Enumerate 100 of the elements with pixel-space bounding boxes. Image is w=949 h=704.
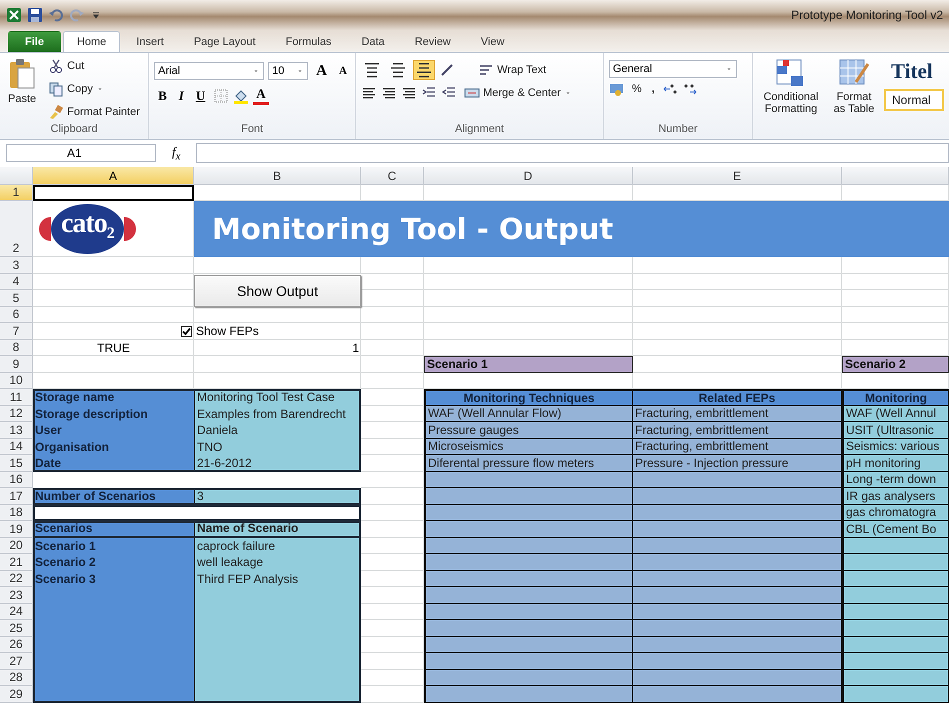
shrink-font-button[interactable]: A [334,65,351,77]
ribbon-tab[interactable]: Formulas [272,31,346,52]
row-number[interactable]: 28 [0,670,33,686]
show-output-button[interactable]: Show Output [194,274,361,306]
grow-font-button[interactable]: A [312,62,331,80]
table-cell: caprock failure [194,538,361,554]
row-number[interactable]: 9 [0,356,33,372]
table-cell: pH monitoring [842,455,949,472]
group-label: Font [240,123,264,137]
row-number[interactable]: 25 [0,620,33,636]
ribbon-tab[interactable]: File [8,31,61,52]
row-number[interactable]: 23 [0,587,33,604]
ribbon-tab[interactable]: Page Layout [180,31,270,52]
banner-title: Monitoring Tool - Output [194,201,949,257]
format-painter-button[interactable]: Format Painter [45,102,143,122]
conditional-formatting-button[interactable]: Conditional Formatting [758,56,824,117]
checkbox-label[interactable]: Show FEPs [196,324,259,338]
underline-button[interactable]: U [192,88,210,104]
row-number[interactable]: 16 [0,472,33,488]
insert-function-button[interactable]: f$_{x}$ [162,144,190,162]
row-number[interactable]: 18 [0,504,33,521]
column-header[interactable]: A [33,167,194,185]
table-cell: IR gas analysers [842,488,949,504]
logo-text: cato$_{2}$ [51,204,124,254]
column-header[interactable]: C [361,167,424,185]
row-number[interactable]: 7 [0,323,33,340]
row-number[interactable]: 24 [0,604,33,620]
group-label: Clipboard [50,123,99,137]
row-number[interactable]: 4 [0,274,33,290]
comma-button[interactable]: , [648,81,658,97]
window-title: Prototype Monitoring Tool v2 [791,8,943,22]
row-number[interactable]: 3 [0,257,33,274]
column-header[interactable]: B [194,167,361,185]
row-number[interactable]: 17 [0,488,33,504]
row-number[interactable]: 2 [0,201,33,257]
row-number[interactable]: 14 [0,438,33,455]
table-cell: Fracturing, embrittlement [633,422,842,438]
table-cell: User [33,422,194,438]
row-number[interactable]: 6 [0,306,33,323]
merge-center-button[interactable]: Merge & Center [461,83,575,103]
ribbon-tab[interactable]: Insert [122,31,178,52]
row-number[interactable]: 19 [0,521,33,538]
table-header: Monitoring Techniques [424,389,633,406]
cell-text: TRUE [97,340,130,355]
column-header[interactable]: D [424,167,633,185]
table-cell: WAF (Well Annular Flow) [424,406,633,422]
row-number[interactable]: 10 [0,372,33,389]
cut-button[interactable]: Cut [45,56,143,76]
table-cell: Long -term down [842,472,949,488]
row-number[interactable]: 15 [0,455,33,472]
table-cell: Daniela [194,422,361,438]
style-option[interactable]: Titel [884,56,944,87]
table-cell: Pressure gauges [424,422,633,438]
number-format-field[interactable]: General [608,60,737,78]
format-as-table-button[interactable]: Format as Table [828,56,880,117]
font-name-field[interactable]: Arial [154,62,264,80]
wrap-text-button[interactable]: Wrap Text [475,60,550,80]
table-cell: TNO [194,438,361,455]
copy-button[interactable]: Copy [45,79,143,99]
table-cell: well leakage [194,554,361,570]
row-number[interactable]: 12 [0,406,33,422]
table-cell: Pressure - Injection pressure [633,455,842,472]
table-cell: Diferental pressure flow meters [424,455,633,472]
row-number[interactable]: 29 [0,686,33,702]
table-cell: gas chromatogra [842,504,949,521]
table-cell: Seismics: various [842,438,949,455]
group-label: Alignment [454,123,505,137]
row-number[interactable]: 13 [0,422,33,438]
table-cell: Scenario 3 [33,570,194,587]
bold-button[interactable]: B [154,88,171,104]
row-number[interactable]: 8 [0,340,33,356]
row-number[interactable]: 11 [0,389,33,406]
column-header[interactable]: E [633,167,842,185]
row-number[interactable]: 21 [0,554,33,570]
table-cell: Fracturing, embrittlement [633,406,842,422]
italic-button[interactable]: I [174,88,188,104]
name-box[interactable]: A1 [6,144,156,162]
table-header: Related FEPs [633,389,842,406]
table-cell: USIT (Ultrasonic [842,422,949,438]
ribbon-tab[interactable]: View [466,31,518,52]
row-number[interactable]: 26 [0,636,33,653]
font-color-button[interactable]: A [253,86,269,105]
table-cell: Examples from Barendrecht [194,406,361,422]
row-number[interactable]: 5 [0,290,33,306]
style-option[interactable]: Normal [884,89,944,111]
table-cell: Storage description [33,406,194,422]
row-number[interactable]: 1 [0,185,33,201]
row-number[interactable]: 27 [0,653,33,670]
font-size-field[interactable]: 10 [268,62,308,80]
table-header: Monitoring [842,389,949,406]
row-number[interactable]: 22 [0,570,33,587]
row-number[interactable]: 20 [0,538,33,554]
scenario-label: Scenario 2 [842,356,949,372]
ribbon-tab[interactable]: Data [347,31,399,52]
percent-button[interactable]: % [628,81,645,97]
table-cell: Microseismics [424,438,633,455]
ribbon-tab[interactable]: Review [400,31,465,52]
scenario-label: Scenario 1 [424,356,633,372]
paste-button[interactable]: Paste [5,56,40,123]
ribbon-tab[interactable]: Home [62,31,120,52]
